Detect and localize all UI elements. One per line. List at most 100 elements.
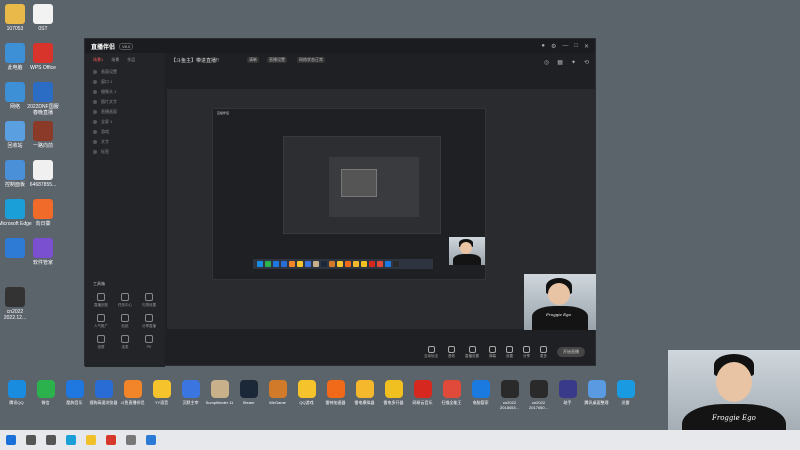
dock-shortcut[interactable]: 斗鱼直播伴侣: [118, 380, 147, 430]
control-item[interactable]: 分享: [523, 345, 530, 359]
source-item[interactable]: 直播画面: [85, 107, 165, 117]
visibility-icon[interactable]: [93, 80, 97, 84]
source-item[interactable]: 画面设置: [85, 67, 165, 77]
camera-icon[interactable]: ◎: [544, 59, 549, 66]
tool-item[interactable]: PK: [137, 335, 161, 350]
explorer-icon[interactable]: [86, 435, 96, 445]
chip-network: 网络状态正常: [297, 57, 325, 63]
visibility-icon[interactable]: [93, 110, 97, 114]
task-view-icon[interactable]: [46, 435, 56, 445]
dock-shortcut[interactable]: Sumpfkinder 11: [205, 380, 234, 430]
dock-label: Sumpfkinder 11: [205, 400, 234, 405]
tool-item[interactable]: 投屏: [89, 335, 113, 350]
control-icon: [468, 345, 476, 353]
maximize-icon[interactable]: □: [574, 43, 578, 50]
desktop-icon[interactable]: 一路向前: [26, 121, 60, 149]
desktop-icon[interactable]: 向日葵: [26, 199, 60, 227]
control-item[interactable]: 直播设置: [465, 345, 479, 359]
source-item[interactable]: 全屏 1: [85, 117, 165, 127]
tool-item[interactable]: 连麦: [113, 335, 137, 350]
dock-shortcut[interactable]: 电脑管家: [466, 380, 495, 430]
control-item[interactable]: 更多: [540, 345, 547, 359]
dock-shortcut[interactable]: 雷电多开器: [379, 380, 408, 430]
tool-item[interactable]: 任务中心: [113, 293, 137, 308]
visibility-icon[interactable]: [93, 70, 97, 74]
dock-shortcut[interactable]: Steam: [234, 380, 263, 430]
dock-shortcut[interactable]: 微信: [31, 380, 60, 430]
control-item[interactable]: 互动玩法: [424, 345, 438, 359]
chip-quality[interactable]: 清晰: [247, 57, 259, 63]
desktop-icon[interactable]: 64687855...: [26, 160, 60, 188]
sidebar-tab[interactable]: 作品: [127, 57, 135, 63]
source-item[interactable]: 标签: [85, 147, 165, 157]
nested-preview-4: [341, 169, 377, 197]
tool-item[interactable]: 分享直播: [137, 314, 161, 329]
windows-icon[interactable]: [6, 435, 16, 445]
desktop-icon[interactable]: 0ST: [26, 4, 60, 32]
dock-shortcut[interactable]: cn2022 2018053...: [495, 380, 524, 430]
visibility-icon[interactable]: [93, 120, 97, 124]
chrome-icon[interactable]: [106, 435, 116, 445]
dock-shortcut[interactable]: 腾讯QQ: [2, 380, 31, 430]
control-icon: [540, 345, 547, 353]
avatar[interactable]: ●: [541, 43, 545, 50]
tool-item[interactable]: 直播回放: [89, 293, 113, 308]
layout-icon[interactable]: ▦: [557, 59, 563, 66]
dock-shortcut[interactable]: 搜狗高速浏览器: [89, 380, 118, 430]
control-item[interactable]: 音效: [448, 345, 455, 359]
source-item[interactable]: 摄像头 1: [85, 87, 165, 97]
desktop-icon[interactable]: 2022DNF国服春晚直播: [26, 82, 60, 116]
desktop-icon[interactable]: WPS Office: [26, 43, 60, 71]
dock-shortcut[interactable]: 雷神加速器: [321, 380, 350, 430]
app-logo: 直播伴侣: [91, 44, 116, 51]
dock-shortcut[interactable]: 雷电模拟器: [350, 380, 379, 430]
pin-icon[interactable]: ✦: [571, 59, 576, 66]
dock-shortcut[interactable]: 酷狗音乐: [60, 380, 89, 430]
dock-shortcut[interactable]: cn2022 2017050...: [524, 380, 553, 430]
desktop-icon-label: 2022DNF国服春晚直播: [27, 104, 59, 116]
source-item[interactable]: 文字: [85, 137, 165, 147]
media-icon[interactable]: [146, 435, 156, 445]
search-icon[interactable]: [26, 435, 36, 445]
tool-grid: 直播回放 任务中心 礼物设置人气推广 贴纸 分享直播投屏 连麦 PK: [89, 293, 161, 350]
desktop-icon[interactable]: cn2022 2022.12...: [0, 287, 32, 321]
edge-icon[interactable]: [66, 435, 76, 445]
source-item[interactable]: 图片文字: [85, 97, 165, 107]
dock-shortcut[interactable]: 助手: [553, 380, 582, 430]
dock-shortcut[interactable]: 沉默主宰: [176, 380, 205, 430]
control-item[interactable]: 设置: [506, 345, 513, 359]
visibility-icon[interactable]: [93, 90, 97, 94]
source-item[interactable]: 窗口 1: [85, 77, 165, 87]
tool-item[interactable]: 人气推广: [89, 314, 113, 329]
tool-item[interactable]: 贴纸: [113, 314, 137, 329]
tool-item[interactable]: 礼物设置: [137, 293, 161, 308]
minimize-icon[interactable]: —: [562, 43, 568, 50]
source-item[interactable]: 游戏: [85, 127, 165, 137]
sidebar-tab[interactable]: 场景1: [93, 57, 103, 63]
visibility-icon[interactable]: [93, 100, 97, 104]
share-icon[interactable]: ⟲: [584, 59, 589, 66]
settings-icon[interactable]: [126, 435, 136, 445]
dock-shortcut[interactable]: 腾讯桌面整理: [582, 380, 611, 430]
app-icon: [33, 238, 53, 258]
settings-icon[interactable]: ⚙: [551, 43, 556, 50]
visibility-icon[interactable]: [93, 130, 97, 134]
visibility-icon[interactable]: [93, 150, 97, 154]
stream-title[interactable]: 【斗鱼主】带进直播!!: [171, 57, 219, 64]
dock-shortcut[interactable]: YY语音: [147, 380, 176, 430]
chip-settings[interactable]: 直播设置: [267, 57, 287, 63]
sidebar-tab[interactable]: 场景: [111, 57, 119, 63]
close-icon[interactable]: ✕: [584, 43, 589, 50]
control-item[interactable]: 弹幕: [489, 345, 496, 359]
dock-shortcut[interactable]: 扫描全能王: [437, 380, 466, 430]
dock-shortcut[interactable]: QQ游戏: [292, 380, 321, 430]
dock-shortcut[interactable]: 迅雷: [611, 380, 640, 430]
dock-shortcut[interactable]: 网易云音乐: [408, 380, 437, 430]
source-label: 画面设置: [101, 69, 117, 74]
desktop-icon[interactable]: 软件管家: [26, 238, 60, 266]
visibility-icon[interactable]: [93, 140, 97, 144]
tool-icon: [121, 293, 129, 301]
dock-shortcut[interactable]: WeGame: [263, 380, 292, 430]
start-live-button[interactable]: 开始直播: [557, 347, 585, 357]
control-label: 弹幕: [489, 353, 496, 358]
